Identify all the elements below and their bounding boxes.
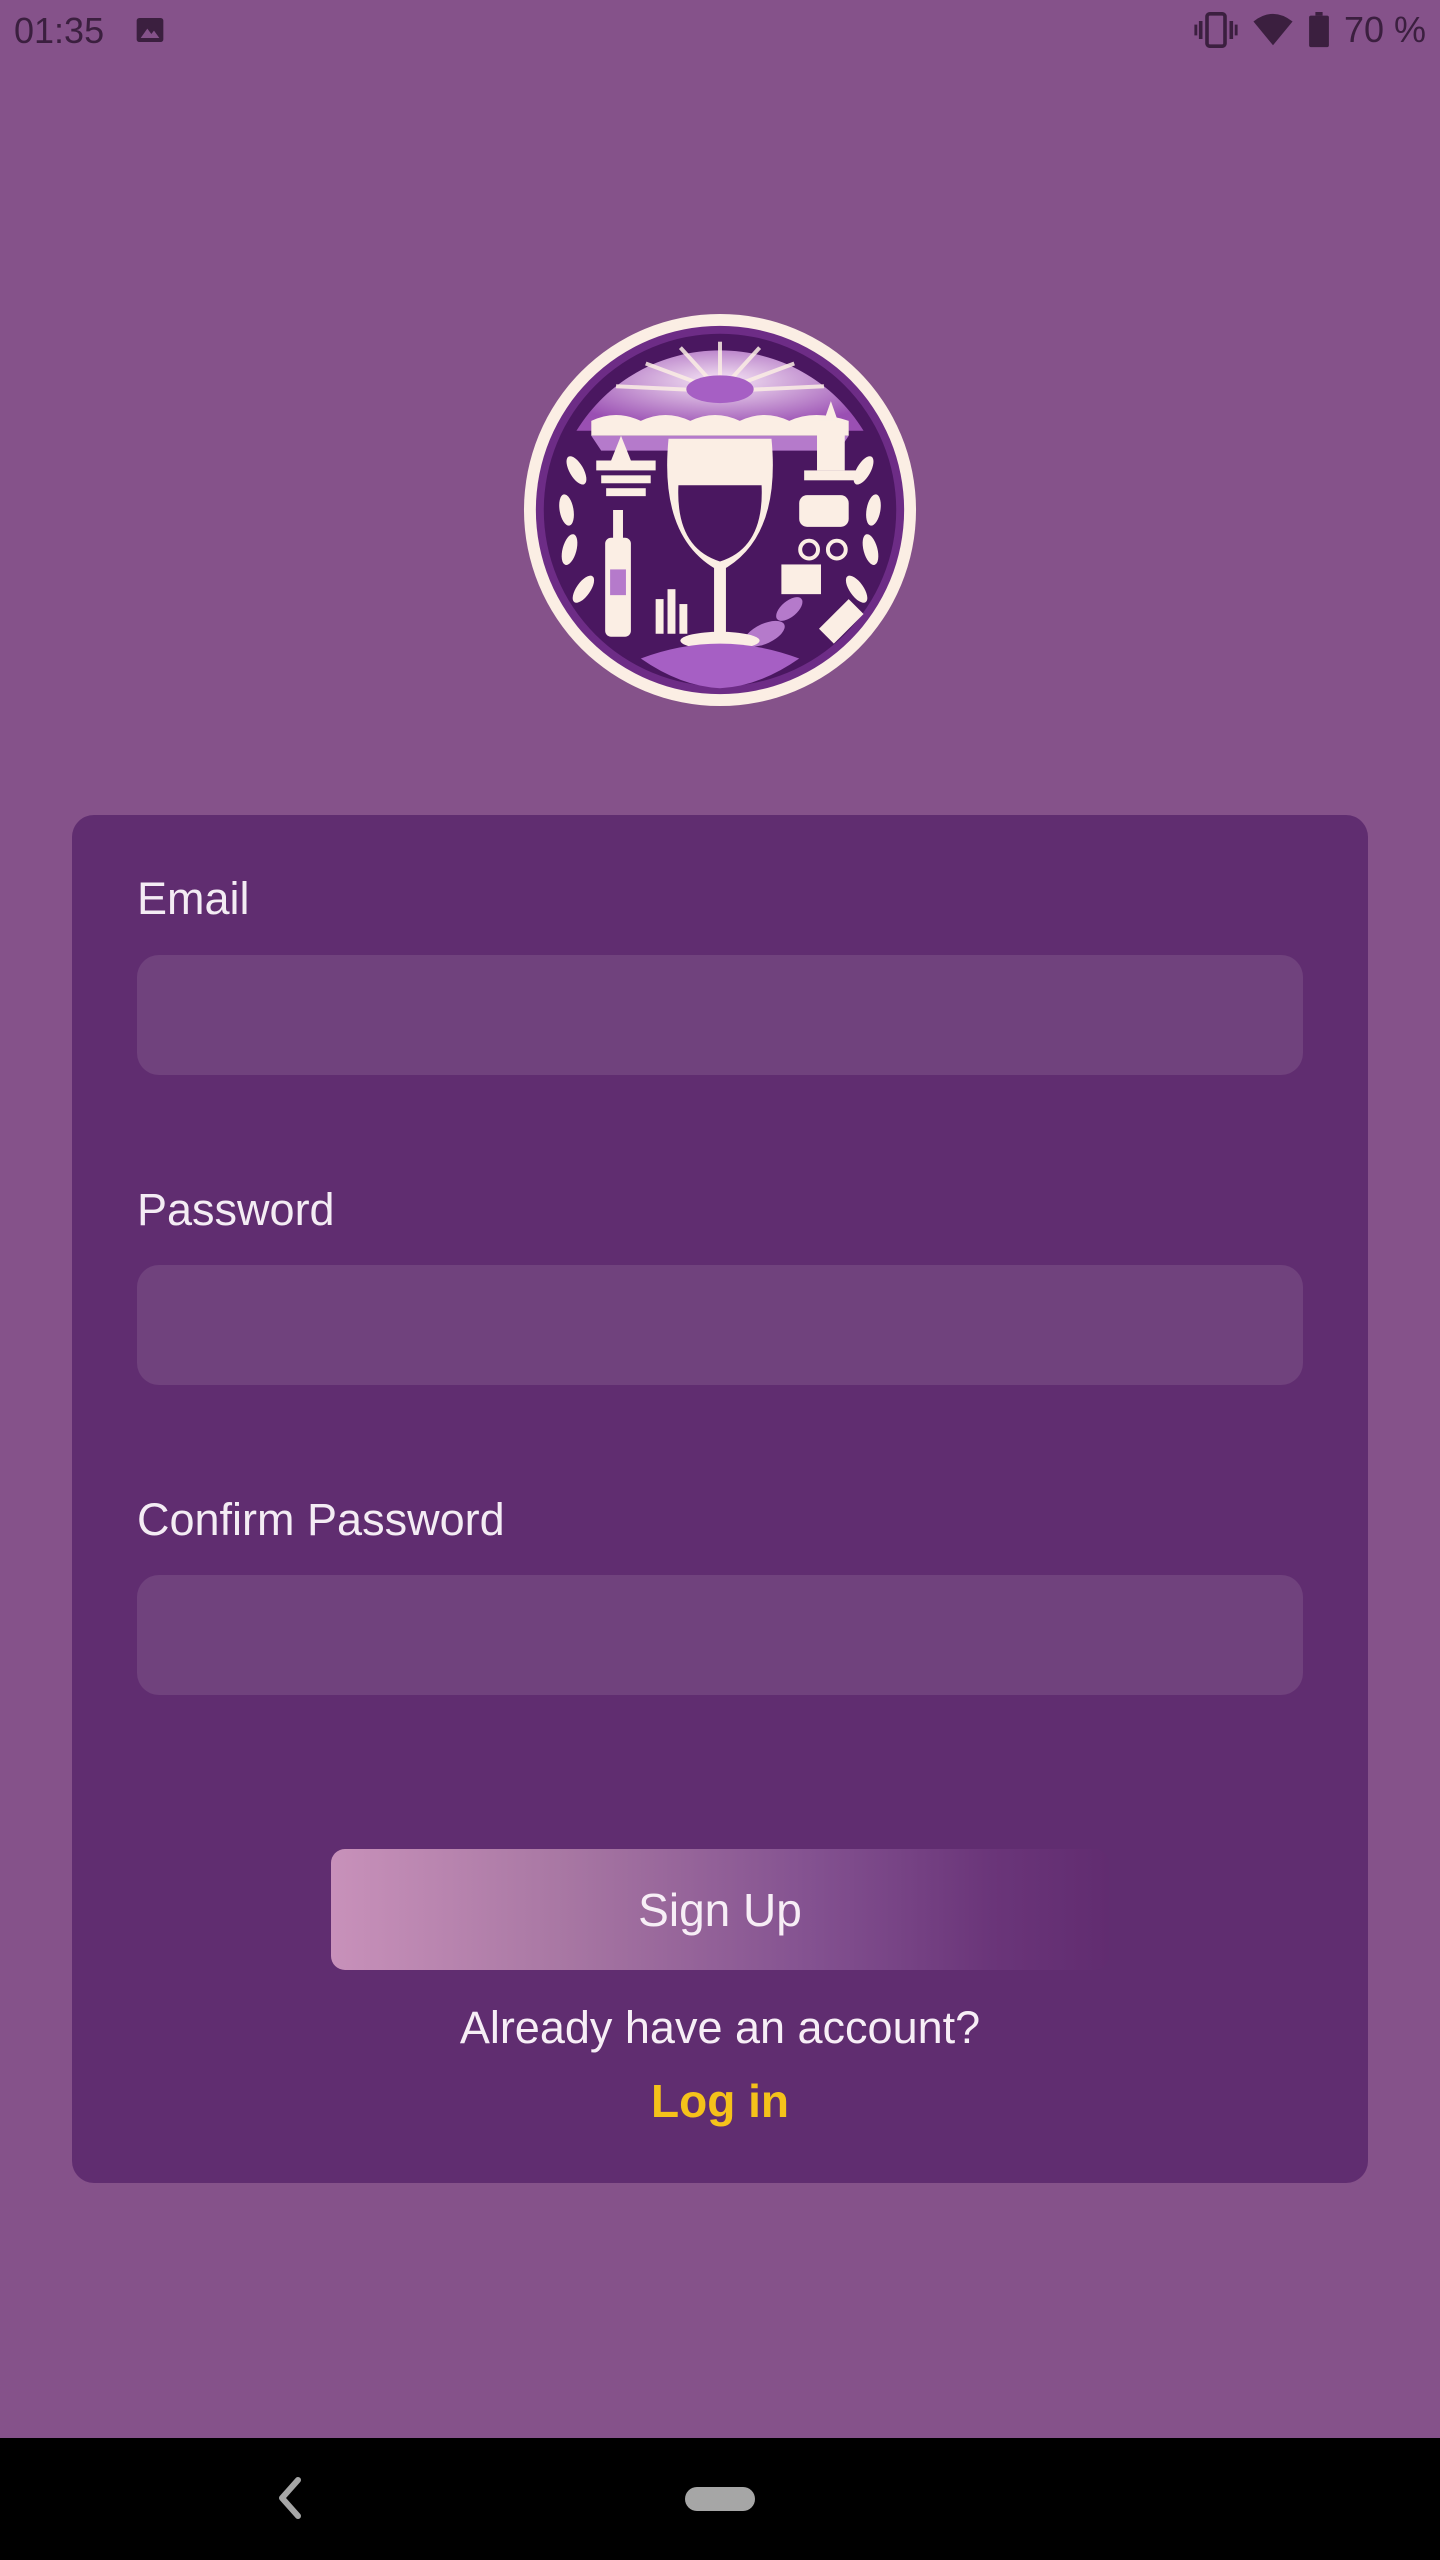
log-in-link[interactable]: Log in <box>72 2074 1368 2128</box>
confirm-password-field[interactable] <box>137 1575 1303 1695</box>
back-icon[interactable] <box>270 2468 310 2528</box>
status-bar: 01:35 70 % <box>0 0 1440 64</box>
status-icons: 70 % <box>1194 8 1426 52</box>
wine-glass-emblem-logo <box>523 313 917 707</box>
battery-percent: 70 % <box>1343 9 1426 50</box>
battery-icon <box>1309 12 1329 48</box>
email-field[interactable] <box>137 955 1303 1075</box>
wifi-icon <box>1253 13 1293 46</box>
signup-card: Email Password Confirm Password Sign Up … <box>72 815 1368 2183</box>
home-pill[interactable] <box>685 2487 755 2511</box>
app-logo <box>522 312 918 708</box>
sign-up-button[interactable]: Sign Up <box>331 1849 1109 1970</box>
password-label: Password <box>137 1184 335 1235</box>
confirm-password-label: Confirm Password <box>137 1494 505 1545</box>
status-time: 01:35 <box>14 10 105 51</box>
already-have-account-text: Already have an account? <box>459 2002 981 2053</box>
password-field[interactable] <box>137 1265 1303 1385</box>
vibrate-icon <box>1194 12 1238 48</box>
email-label: Email <box>137 873 250 924</box>
gallery-icon <box>136 18 164 42</box>
